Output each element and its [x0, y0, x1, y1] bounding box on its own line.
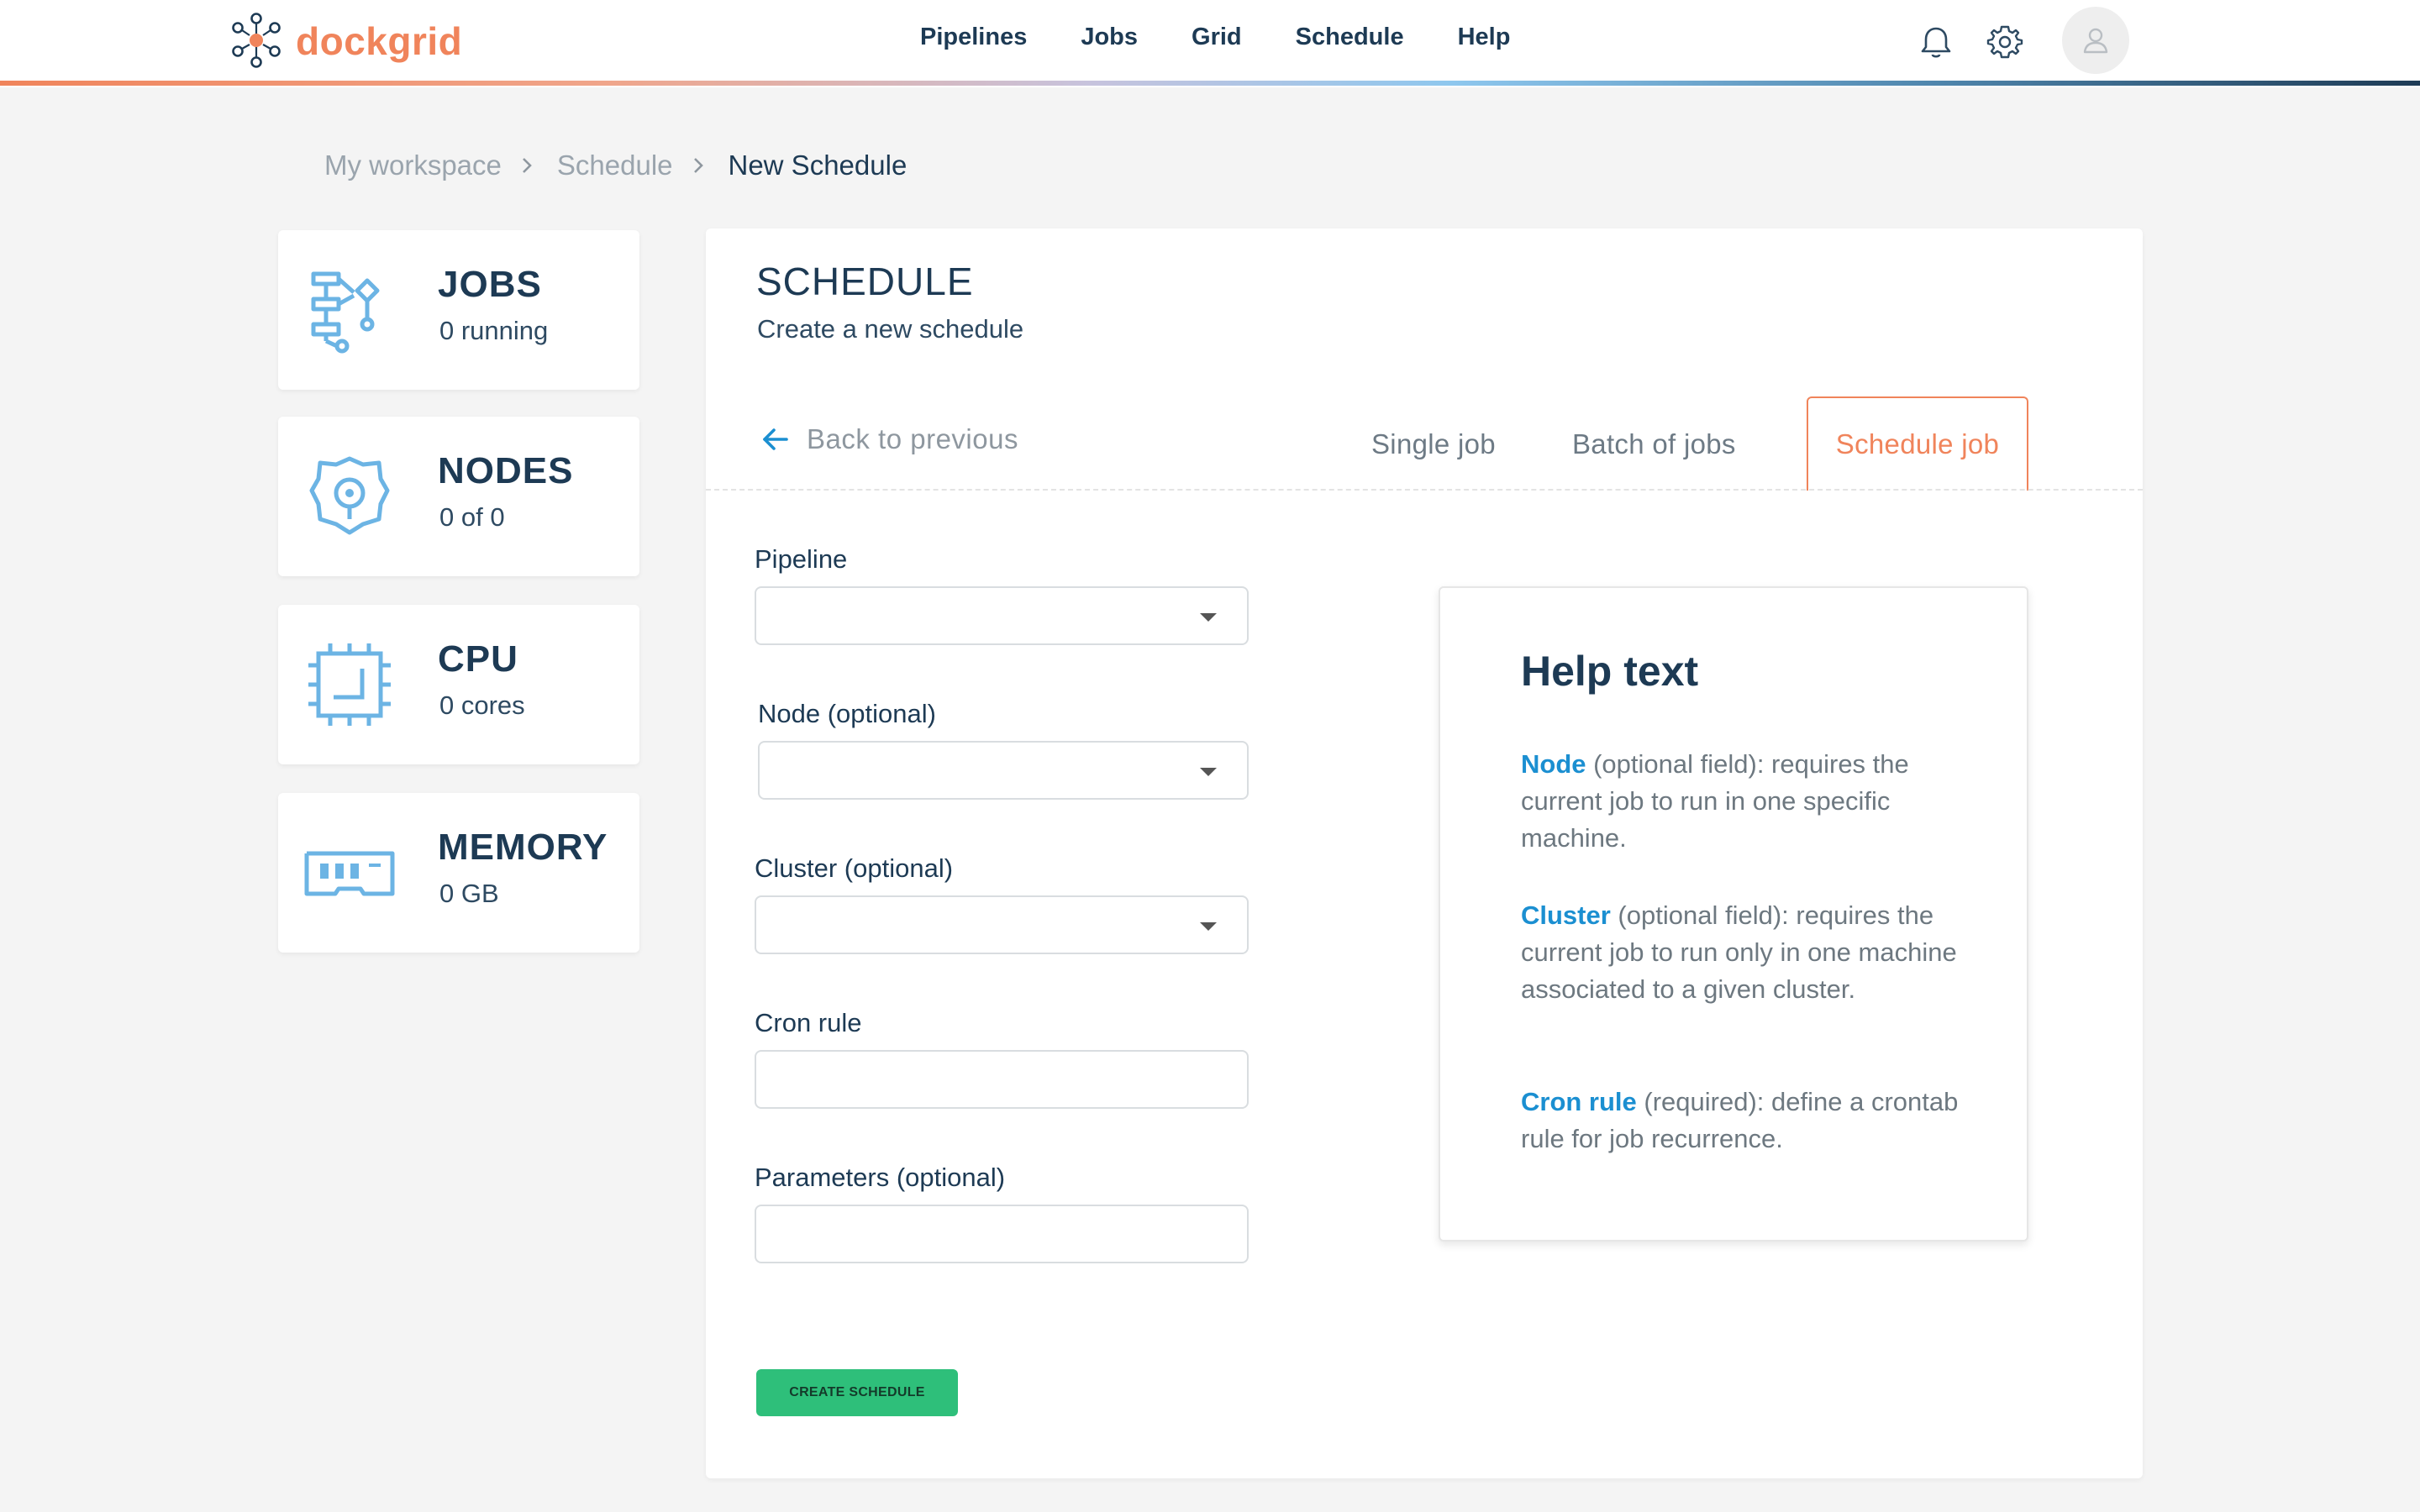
stat-jobs-value: 0 running	[439, 316, 549, 345]
pipeline-select[interactable]	[755, 586, 1249, 645]
help-cluster: Cluster (optional field): requires the c…	[1521, 897, 1991, 1008]
user-icon	[2083, 28, 2108, 54]
tab-divider	[706, 489, 2143, 491]
app-name: dockgrid	[296, 19, 463, 63]
stat-cpu-value: 0 cores	[439, 690, 525, 720]
main-nav: Pipelines Jobs Grid Schedule Help	[920, 24, 1510, 51]
gear-icon[interactable]	[1985, 22, 2025, 62]
stat-memory-title: MEMORY	[438, 827, 608, 868]
tab-single-job[interactable]: Single job	[1371, 428, 1496, 460]
help-node-key: Node	[1521, 749, 1586, 779]
help-title: Help text	[1521, 648, 1699, 695]
workflow-icon	[311, 271, 380, 354]
nav-jobs[interactable]: Jobs	[1081, 24, 1138, 51]
stat-cpu-title: CPU	[438, 638, 518, 680]
user-avatar[interactable]	[2062, 7, 2129, 74]
nav-help[interactable]: Help	[1458, 24, 1511, 51]
stat-jobs-title: JOBS	[438, 264, 542, 305]
stat-card-memory[interactable]: MEMORY 0 GB	[278, 793, 639, 953]
app-logo[interactable]: dockgrid	[227, 12, 462, 71]
chevron-right-icon	[522, 158, 532, 173]
chevron-right-icon	[693, 158, 703, 173]
breadcrumb-schedule[interactable]: Schedule	[557, 150, 673, 181]
header-gradient-divider	[0, 81, 2420, 86]
caret-down-icon	[1200, 768, 1217, 776]
node-gear-icon	[309, 456, 390, 535]
nav-schedule[interactable]: Schedule	[1296, 24, 1404, 51]
cron-rule-input[interactable]	[755, 1050, 1249, 1109]
stat-nodes-value: 0 of 0	[439, 502, 505, 532]
nav-grid[interactable]: Grid	[1192, 24, 1242, 51]
cluster-select[interactable]	[755, 895, 1249, 954]
top-bar: dockgrid Pipelines Jobs Grid Schedule He…	[0, 0, 2420, 87]
stat-nodes-title: NODES	[438, 450, 574, 491]
tab-batch-of-jobs[interactable]: Batch of jobs	[1572, 428, 1736, 460]
schedule-panel: SCHEDULE Create a new schedule Back to p…	[706, 228, 2143, 1478]
stat-card-jobs[interactable]: JOBS 0 running	[278, 230, 639, 390]
help-cron: Cron rule (required): define a crontab r…	[1521, 1084, 1991, 1158]
nav-pipelines[interactable]: Pipelines	[920, 24, 1027, 51]
pipeline-label: Pipeline	[755, 544, 848, 574]
panel-subtitle: Create a new schedule	[757, 314, 1024, 344]
arrow-left-icon	[763, 428, 788, 450]
breadcrumb-workspace[interactable]: My workspace	[324, 150, 502, 181]
help-node: Node (optional field): requires the curr…	[1521, 746, 1991, 857]
node-label: Node (optional)	[758, 699, 936, 728]
cron-rule-label: Cron rule	[755, 1008, 862, 1037]
parameters-label: Parameters (optional)	[755, 1163, 1006, 1192]
help-cluster-key: Cluster	[1521, 900, 1611, 930]
tab-schedule-job[interactable]: Schedule job	[1807, 396, 2028, 491]
node-select[interactable]	[758, 741, 1249, 800]
back-to-previous-link[interactable]: Back to previous	[760, 423, 1018, 455]
help-cron-key: Cron rule	[1521, 1087, 1637, 1116]
caret-down-icon	[1200, 613, 1217, 622]
caret-down-icon	[1200, 922, 1217, 931]
breadcrumb-current: New Schedule	[728, 150, 908, 181]
panel-title: SCHEDULE	[756, 260, 974, 303]
parameters-input[interactable]	[755, 1205, 1249, 1263]
memory-module-icon	[304, 851, 395, 896]
bell-icon[interactable]	[1916, 22, 1956, 62]
stat-memory-value: 0 GB	[439, 879, 499, 908]
stat-card-cpu[interactable]: CPU 0 cores	[278, 605, 639, 764]
create-schedule-button[interactable]: CREATE SCHEDULE	[756, 1369, 958, 1416]
help-box: Help text Node (optional field): require…	[1439, 586, 2028, 1242]
cpu-chip-icon	[308, 643, 391, 726]
stat-card-nodes[interactable]: NODES 0 of 0	[278, 417, 639, 576]
back-label: Back to previous	[807, 423, 1018, 454]
breadcrumb: My workspace Schedule New Schedule	[324, 150, 907, 181]
cluster-label: Cluster (optional)	[755, 853, 954, 883]
dockgrid-logo-icon	[232, 13, 281, 68]
